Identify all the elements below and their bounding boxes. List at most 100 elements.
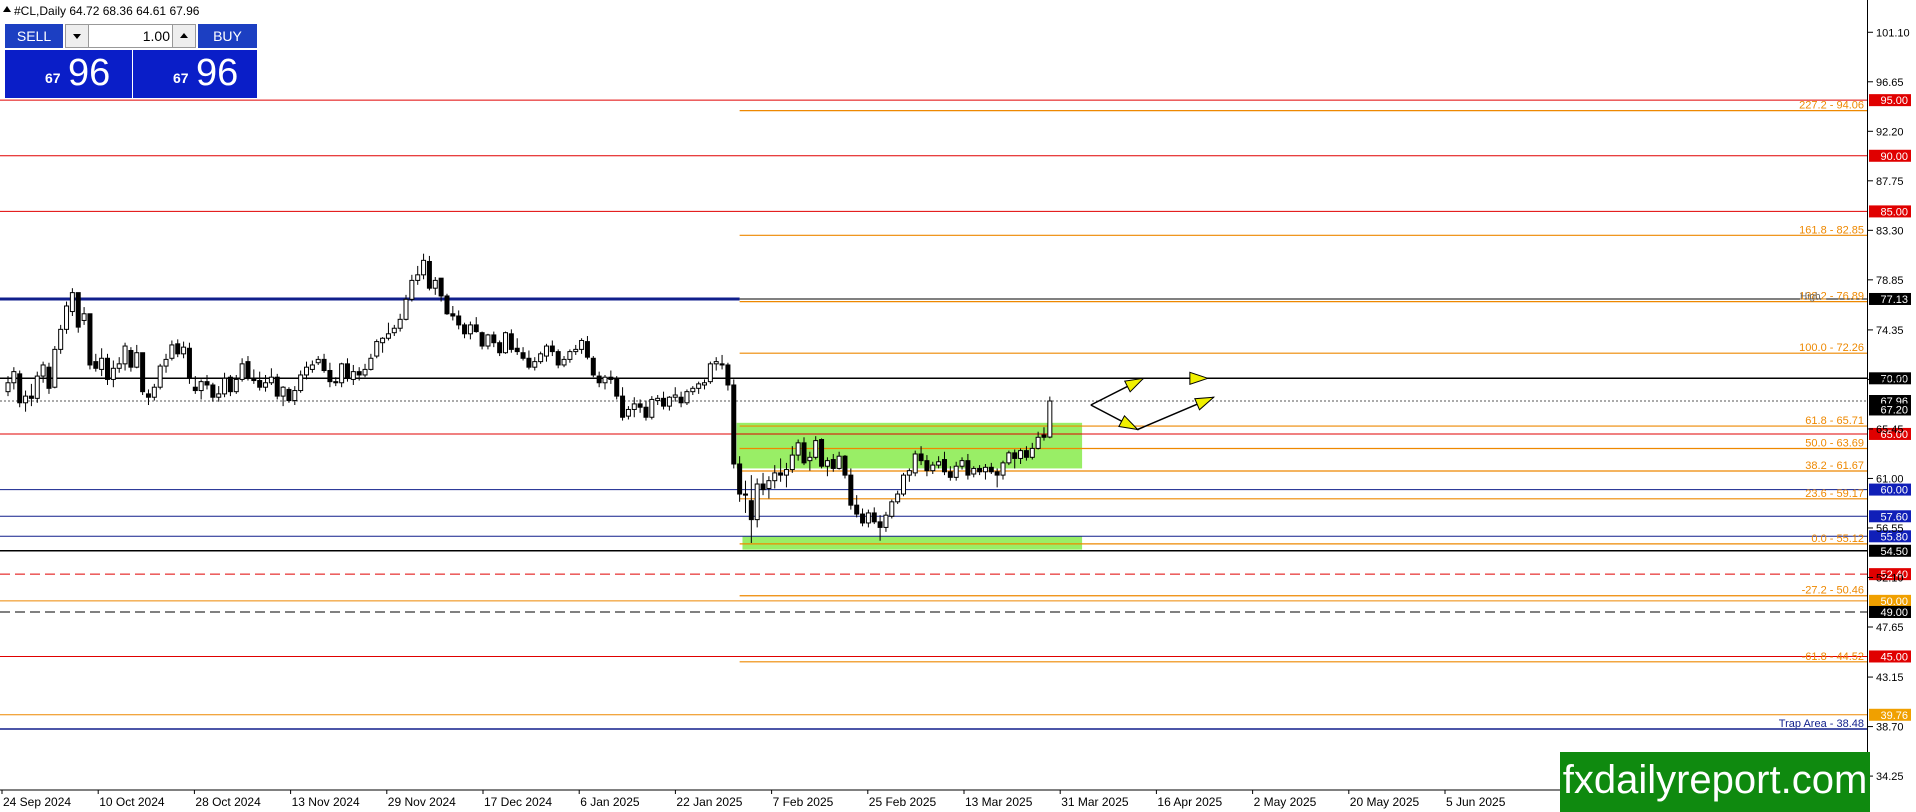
candle <box>5 376 11 397</box>
candle-body <box>672 394 678 398</box>
lot-increase-icon[interactable] <box>172 25 195 47</box>
candle <box>34 371 40 403</box>
buy-quote[interactable]: 67 96 <box>132 50 257 98</box>
y-tick-label: 61.00 <box>1876 473 1904 485</box>
candle <box>40 361 46 383</box>
projection-arrow <box>1090 396 1215 431</box>
candle-body <box>34 375 40 399</box>
candle-body <box>274 376 280 397</box>
candle <box>702 379 708 390</box>
candle-body <box>23 395 29 404</box>
candle <box>725 362 731 391</box>
candle <box>696 381 702 394</box>
candle <box>385 322 391 341</box>
sell-quote[interactable]: 67 96 <box>5 50 132 98</box>
candle-body <box>286 388 292 402</box>
candle-body <box>28 395 34 399</box>
candle <box>23 390 29 412</box>
candle-body <box>415 274 421 281</box>
candle-body <box>526 357 532 368</box>
y-tick-label: 43.15 <box>1876 672 1904 684</box>
price-tag-label: 45.00 <box>1880 651 1908 663</box>
candle-body <box>1035 436 1041 449</box>
chart-area[interactable]: 227.2 - 94.06 161.8 - 82.85 138.2 - 76.89 1… <box>0 0 1868 812</box>
candle <box>573 344 579 355</box>
candle-body <box>918 453 924 462</box>
sell-quote-small: 67 <box>45 70 61 86</box>
candle <box>339 362 345 388</box>
candle-body <box>233 378 239 393</box>
fib-label: 61.8 - 65.71 <box>1805 415 1864 427</box>
sell-button[interactable]: SELL <box>5 24 63 48</box>
candle-body <box>462 324 468 335</box>
candle <box>520 347 526 361</box>
fib-label: 50.0 - 63.69 <box>1805 438 1864 450</box>
price-chart[interactable]: 227.2 - 94.06161.8 - 82.85138.2 - 76.891… <box>0 0 1868 812</box>
candle-body <box>298 374 304 392</box>
candle-body <box>17 373 23 404</box>
candle <box>374 339 380 359</box>
candle-body <box>783 469 789 476</box>
candle-body <box>813 440 819 458</box>
trap-area-label: Trap Area - 38.48 <box>1779 718 1864 730</box>
symbol-menu-icon[interactable] <box>3 6 11 12</box>
candle <box>64 301 70 334</box>
price-tag-label: 67.96 <box>1880 396 1908 408</box>
price-tag <box>1869 372 1911 385</box>
candle <box>842 455 848 479</box>
candle-body <box>64 305 70 330</box>
candle-body <box>748 500 754 521</box>
candle <box>122 342 128 371</box>
candle-body <box>766 480 772 489</box>
lot-size-input[interactable] <box>90 27 170 45</box>
candle <box>216 386 222 402</box>
candle-body <box>485 334 491 347</box>
lot-size-stepper[interactable] <box>65 24 196 48</box>
candle <box>713 357 719 371</box>
candle-body <box>836 455 842 469</box>
price-tag <box>1869 544 1911 557</box>
candle-body <box>374 341 380 357</box>
candle <box>69 288 75 316</box>
candle <box>871 507 877 525</box>
candle-body <box>145 393 151 398</box>
candle-body <box>772 472 778 482</box>
candle-body <box>339 363 345 384</box>
candle <box>555 349 561 369</box>
candle <box>631 397 637 418</box>
candle-body <box>40 364 46 377</box>
y-tick-label: 83.30 <box>1876 225 1904 237</box>
candle <box>1000 460 1006 480</box>
lot-decrease-icon[interactable] <box>66 25 89 47</box>
candle <box>625 406 631 420</box>
candle <box>350 364 356 385</box>
buy-button[interactable]: BUY <box>198 24 257 48</box>
candle-body <box>532 361 538 368</box>
candle <box>186 342 192 384</box>
buy-quote-small: 67 <box>173 70 189 86</box>
candle <box>719 354 725 370</box>
candle <box>678 391 684 408</box>
candle <box>298 370 304 393</box>
candle-body <box>204 381 210 386</box>
y-tick-label: 74.35 <box>1876 325 1904 337</box>
candle-body <box>584 341 590 358</box>
candle <box>175 339 181 358</box>
candle <box>614 376 620 400</box>
candle <box>99 348 105 377</box>
candle <box>596 371 602 388</box>
candle-body <box>292 390 298 402</box>
candle-body <box>573 348 579 353</box>
candle-body <box>789 454 795 471</box>
candle-body <box>280 386 286 397</box>
candle-body <box>824 460 830 467</box>
candle-body <box>561 358 567 366</box>
candle <box>239 358 245 382</box>
candle <box>52 346 58 389</box>
candle <box>28 383 34 407</box>
candle <box>11 367 17 390</box>
candle-body <box>391 327 397 334</box>
candle-body <box>110 367 116 380</box>
candle <box>895 490 901 505</box>
candle-body <box>941 459 947 473</box>
